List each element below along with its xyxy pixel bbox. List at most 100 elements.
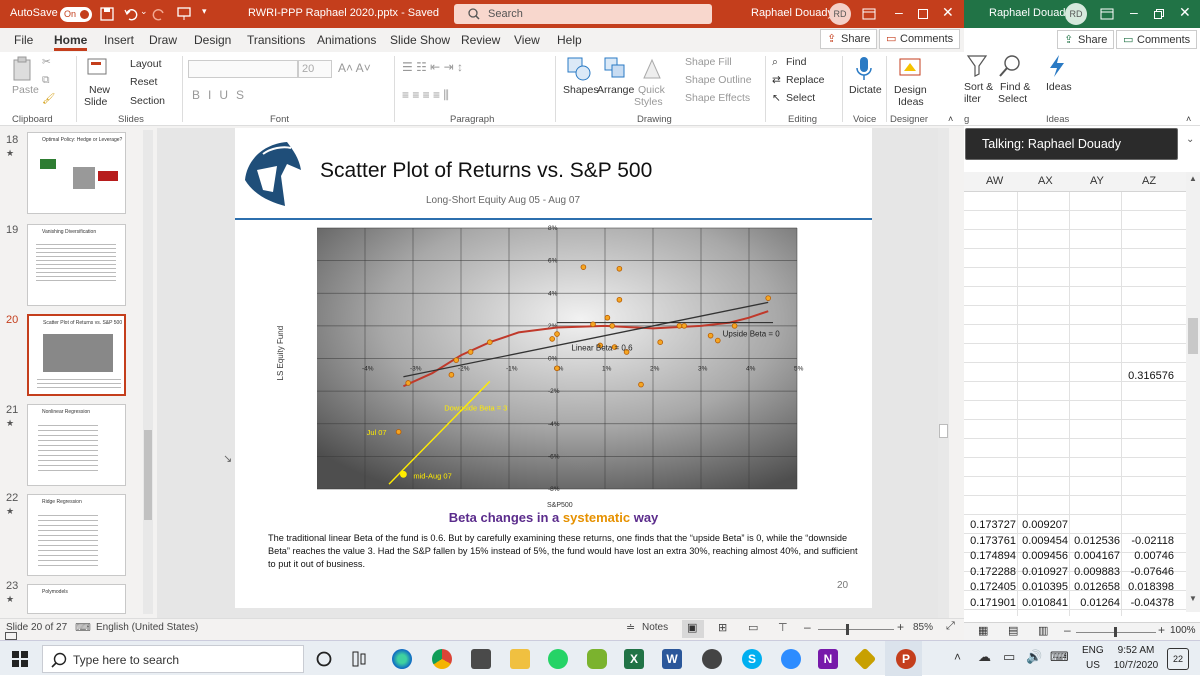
find-select-label-2[interactable]: Select bbox=[998, 93, 1027, 105]
scrollbar-thumb[interactable] bbox=[144, 430, 152, 520]
accessibility-icon[interactable] bbox=[5, 632, 17, 640]
taskbar-search-box[interactable]: Type here to search bbox=[42, 645, 304, 673]
replace-button[interactable]: Replace bbox=[786, 74, 825, 86]
slideshow-view-icon[interactable]: ⊤ bbox=[778, 621, 788, 634]
tab-design[interactable]: Design bbox=[194, 33, 231, 47]
column-header-ay[interactable]: AY bbox=[1090, 175, 1104, 187]
column-header-ax[interactable]: AX bbox=[1038, 175, 1053, 187]
excel-comments-button[interactable]: ▭ Comments bbox=[1116, 30, 1198, 49]
slide-thumbnail-18[interactable]: Optimal Policy: Hedge or Leverage? bbox=[27, 132, 126, 214]
reset-button[interactable]: Reset bbox=[130, 76, 157, 88]
clock-time[interactable]: 9:52 AM bbox=[1111, 645, 1161, 656]
page-layout-icon[interactable]: ▤ bbox=[1008, 624, 1018, 637]
font-name-box[interactable] bbox=[188, 60, 298, 78]
spellcheck-icon[interactable]: ⌨ bbox=[75, 621, 91, 634]
notes-icon[interactable]: ≐ bbox=[626, 621, 635, 634]
excel-cell[interactable]: 0.174894 bbox=[964, 550, 1016, 562]
tab-view[interactable]: View bbox=[514, 33, 540, 47]
cut-icon[interactable]: ✂ bbox=[42, 56, 51, 68]
region-label[interactable]: US bbox=[1086, 660, 1100, 671]
excel-cell[interactable]: 0.009454 bbox=[1016, 535, 1068, 547]
zoom-level[interactable]: 85% bbox=[913, 622, 933, 633]
excel-cell[interactable]: 0.009883 bbox=[1068, 566, 1120, 578]
normal-view-icon[interactable]: ▦ bbox=[978, 624, 988, 637]
zoom-out-icon[interactable]: – bbox=[804, 620, 811, 634]
powerpoint-taskbar-icon[interactable]: P bbox=[896, 649, 916, 669]
excel-cell[interactable]: 0.01264 bbox=[1068, 597, 1120, 609]
collapse-ribbon-icon[interactable]: ˄ bbox=[1186, 114, 1191, 124]
shape-outline-button[interactable]: Shape Outline bbox=[685, 74, 752, 86]
excel-cell[interactable]: 0.00746 bbox=[1122, 550, 1174, 562]
slide-20[interactable]: Scatter Plot of Returns vs. S&P 500 Long… bbox=[235, 128, 872, 608]
find-select-icon[interactable] bbox=[998, 54, 1022, 78]
new-slide-icon[interactable] bbox=[87, 56, 109, 78]
language-indicator[interactable]: English (United States) bbox=[96, 622, 198, 633]
present-icon[interactable] bbox=[176, 6, 192, 22]
zoom-slider[interactable] bbox=[818, 629, 894, 630]
undo-dropdown-icon[interactable]: ⌄ bbox=[140, 6, 148, 17]
zoom-out-icon[interactable]: – bbox=[1064, 623, 1071, 637]
font-format-icons[interactable]: BIUS bbox=[192, 88, 252, 102]
new-slide-label-2[interactable]: Slide bbox=[84, 96, 107, 108]
new-slide-label[interactable]: New bbox=[89, 84, 110, 96]
shapes-icon[interactable] bbox=[566, 56, 592, 82]
arrange-label[interactable]: Arrange bbox=[597, 84, 634, 96]
collapse-ribbon-icon[interactable]: ˄ bbox=[948, 114, 953, 124]
zoom-in-icon[interactable]: + bbox=[1158, 623, 1165, 637]
ideas-icon[interactable] bbox=[1047, 54, 1067, 78]
column-header-az[interactable]: AZ bbox=[1142, 175, 1156, 187]
clock-date[interactable]: 10/7/2020 bbox=[1111, 660, 1161, 671]
minimize-icon[interactable]: – bbox=[895, 4, 903, 20]
tab-review[interactable]: Review bbox=[461, 33, 500, 47]
volume-icon[interactable]: 🔊 bbox=[1026, 649, 1042, 665]
excel-vertical-scrollbar[interactable]: ▲ ▼ bbox=[1186, 172, 1200, 612]
excel-cell[interactable]: 0.004167 bbox=[1068, 550, 1120, 562]
quick-styles-label-2[interactable]: Styles bbox=[634, 96, 663, 108]
excel-zoom-level[interactable]: 100% bbox=[1170, 625, 1196, 636]
layout-button[interactable]: Layout bbox=[130, 58, 162, 70]
excel-restore-icon[interactable] bbox=[1154, 9, 1164, 19]
excel-cell[interactable]: 0.173761 bbox=[964, 535, 1016, 547]
reading-view-icon[interactable]: ▭ bbox=[748, 621, 758, 634]
zoom-in-icon[interactable]: + bbox=[897, 620, 904, 634]
app-icon[interactable] bbox=[702, 649, 722, 669]
replace-icon[interactable]: ⇄ bbox=[772, 74, 781, 86]
excel-cell[interactable]: 0.173727 bbox=[964, 519, 1016, 531]
format-painter-icon[interactable]: 🖌 bbox=[42, 92, 55, 105]
zoom-app-icon[interactable] bbox=[781, 649, 801, 669]
comments-button[interactable]: ▭ Comments bbox=[879, 29, 961, 49]
cortana-icon[interactable] bbox=[316, 651, 332, 667]
align-icons[interactable]: ≡ ≡ ≡ ≡ ⫼ bbox=[402, 88, 449, 103]
excel-taskbar-icon[interactable]: X bbox=[624, 649, 644, 669]
share-button[interactable]: ⇪ Share bbox=[820, 29, 878, 49]
tray-chevron-icon[interactable]: ˄ bbox=[954, 650, 961, 664]
excel-cell[interactable]: 0.171901 bbox=[964, 597, 1016, 609]
cell-az-value[interactable]: 0.316576 bbox=[1122, 370, 1174, 382]
thumbnails-scrollbar[interactable] bbox=[143, 130, 153, 614]
find-select-label[interactable]: Find & bbox=[1000, 81, 1030, 93]
document-title[interactable]: RWRI-PPP Raphael 2020.pptx - Saved bbox=[248, 7, 439, 19]
design-ideas-icon[interactable] bbox=[898, 56, 922, 82]
store-icon[interactable] bbox=[471, 649, 491, 669]
excel-cell[interactable]: 0.012658 bbox=[1068, 581, 1120, 593]
slide-thumbnail-22[interactable]: Ridge Regression bbox=[27, 494, 126, 576]
tab-insert[interactable]: Insert bbox=[104, 33, 134, 47]
ribbon-display-icon[interactable] bbox=[1100, 8, 1114, 20]
bullets-icon[interactable]: ☰ ☷ ⇤ ⇥ ↕ bbox=[402, 60, 463, 74]
excel-cell[interactable]: -0.02118 bbox=[1122, 535, 1174, 547]
quick-styles-label[interactable]: Quick bbox=[638, 84, 665, 96]
app-icon[interactable] bbox=[853, 647, 877, 671]
microphone-icon[interactable] bbox=[855, 56, 873, 82]
arrange-icon[interactable] bbox=[603, 56, 627, 82]
slide-thumbnail-19[interactable]: Vanishing Diversification bbox=[27, 224, 126, 306]
file-explorer-icon[interactable] bbox=[510, 649, 530, 669]
zoom-slider-thumb[interactable] bbox=[846, 624, 849, 635]
excel-avatar[interactable]: RD bbox=[1065, 3, 1087, 25]
notes-button[interactable]: Notes bbox=[642, 622, 668, 633]
sort-filter-label-2[interactable]: ilter bbox=[964, 93, 981, 105]
skype-icon[interactable]: S bbox=[742, 649, 762, 669]
excel-cell[interactable]: 0.009207 bbox=[1016, 519, 1068, 531]
font-size-box[interactable]: 20 bbox=[298, 60, 332, 78]
paste-icon[interactable] bbox=[12, 56, 34, 82]
scrollbar-thumb[interactable] bbox=[939, 424, 948, 438]
